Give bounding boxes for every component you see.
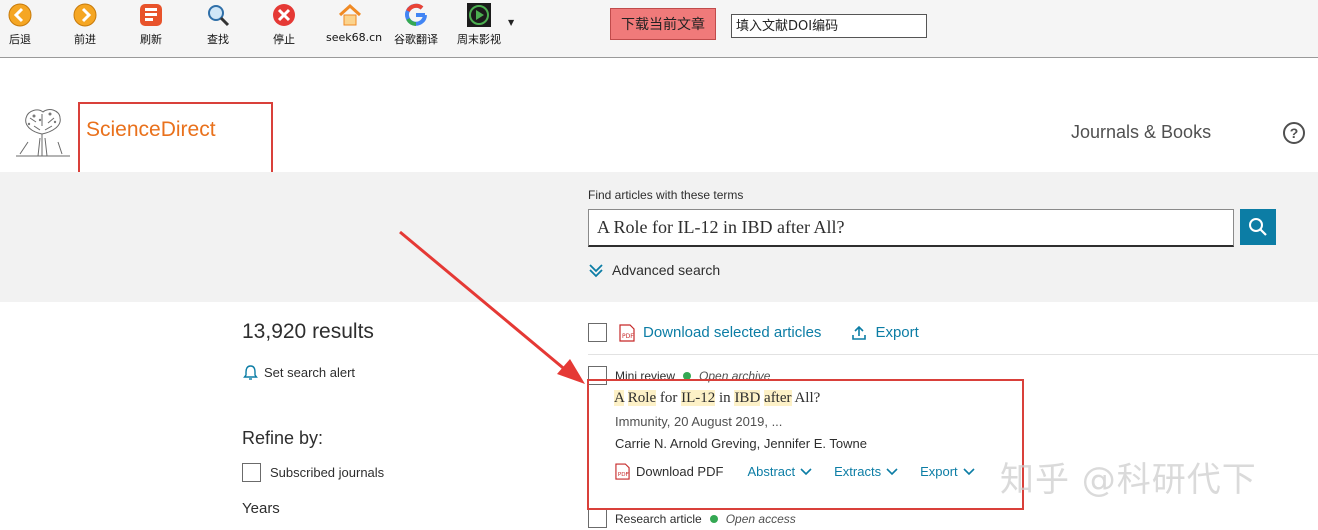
annotation-box-result: [587, 379, 1024, 510]
google-translate-button[interactable]: 谷歌翻译: [392, 2, 440, 56]
find-label: 查找: [207, 33, 229, 46]
pdf-icon: PDF: [619, 323, 635, 342]
advanced-search-label: Advanced search: [612, 262, 721, 278]
doi-input[interactable]: [731, 14, 927, 38]
help-icon[interactable]: ?: [1283, 122, 1305, 144]
search-label: Find articles with these terms: [588, 188, 744, 202]
divider: [588, 354, 1318, 355]
set-search-alert-label: Set search alert: [264, 365, 356, 380]
home-icon: [338, 3, 362, 26]
result-meta: Research article Open access: [588, 509, 796, 528]
export-label: Export: [875, 324, 919, 341]
advanced-search-link[interactable]: Advanced search: [588, 262, 720, 278]
weekend-video-button[interactable]: 周末影视: [455, 2, 503, 56]
refine-by-heading: Refine by:: [242, 428, 324, 448]
article-type: Research article: [615, 511, 702, 526]
forward-icon: [73, 3, 97, 27]
refresh-button[interactable]: 刷新: [127, 2, 175, 56]
annotation-box-brand: [78, 102, 273, 174]
double-chevron-down-icon: [589, 264, 603, 278]
access-type: Open access: [725, 511, 796, 526]
chevron-down-icon[interactable]: ▼: [508, 18, 514, 27]
refresh-label: 刷新: [140, 33, 162, 46]
forward-button[interactable]: 前进: [61, 2, 109, 56]
search-icon: [1249, 218, 1267, 236]
stop-button[interactable]: 停止: [260, 2, 308, 56]
search-button[interactable]: [1240, 209, 1276, 245]
back-button[interactable]: 后退: [0, 2, 44, 56]
search-input[interactable]: [588, 209, 1234, 247]
set-search-alert[interactable]: Set search alert: [242, 364, 355, 381]
forward-label: 前进: [74, 33, 96, 46]
years-heading: Years: [242, 500, 280, 517]
watermark: 知乎 @科研代下: [1000, 460, 1257, 500]
find-icon: [208, 5, 230, 27]
result-checkbox[interactable]: [588, 509, 607, 528]
subscribed-journals-checkbox[interactable]: [242, 463, 261, 482]
stop-icon: [273, 4, 295, 26]
back-label: 后退: [9, 33, 31, 46]
bulk-actions: PDF Download selected articles Export: [588, 323, 919, 342]
subscribed-journals-label: Subscribed journals: [270, 465, 385, 480]
select-all-checkbox[interactable]: [588, 323, 607, 342]
find-button[interactable]: 查找: [194, 2, 242, 56]
export-link[interactable]: Export: [851, 324, 919, 341]
open-access-dot: [709, 514, 718, 523]
subscribed-journals-filter[interactable]: Subscribed journals: [242, 463, 384, 482]
back-icon: [8, 3, 32, 27]
weekend-video-label: 周末影视: [457, 33, 501, 46]
stop-label: 停止: [273, 33, 295, 46]
journals-books-link[interactable]: Journals & Books: [1071, 122, 1211, 143]
google-icon: [405, 3, 427, 26]
svg-text:PDF: PDF: [622, 333, 634, 340]
search-band: Find articles with these terms Advanced …: [0, 172, 1318, 302]
download-article-button[interactable]: 下载当前文章: [610, 8, 716, 40]
bell-icon: [243, 365, 258, 380]
home-button[interactable]: seek68.cn: [326, 2, 383, 56]
export-icon: [852, 325, 867, 340]
google-translate-label: 谷歌翻译: [394, 33, 438, 46]
results-count: 13,920 results: [242, 320, 374, 343]
browser-toolbar: 后退 前进 刷新 查找 停止 seek68.cn 谷歌翻译 周末影视 ▼ 下载当…: [0, 0, 1318, 58]
home-label: seek68.cn: [326, 31, 383, 44]
play-icon: [467, 3, 491, 27]
refresh-icon: [140, 4, 162, 26]
download-selected-link[interactable]: PDF Download selected articles: [619, 323, 822, 342]
download-selected-label: Download selected articles: [643, 324, 822, 341]
elsevier-tree-logo[interactable]: [14, 104, 72, 158]
